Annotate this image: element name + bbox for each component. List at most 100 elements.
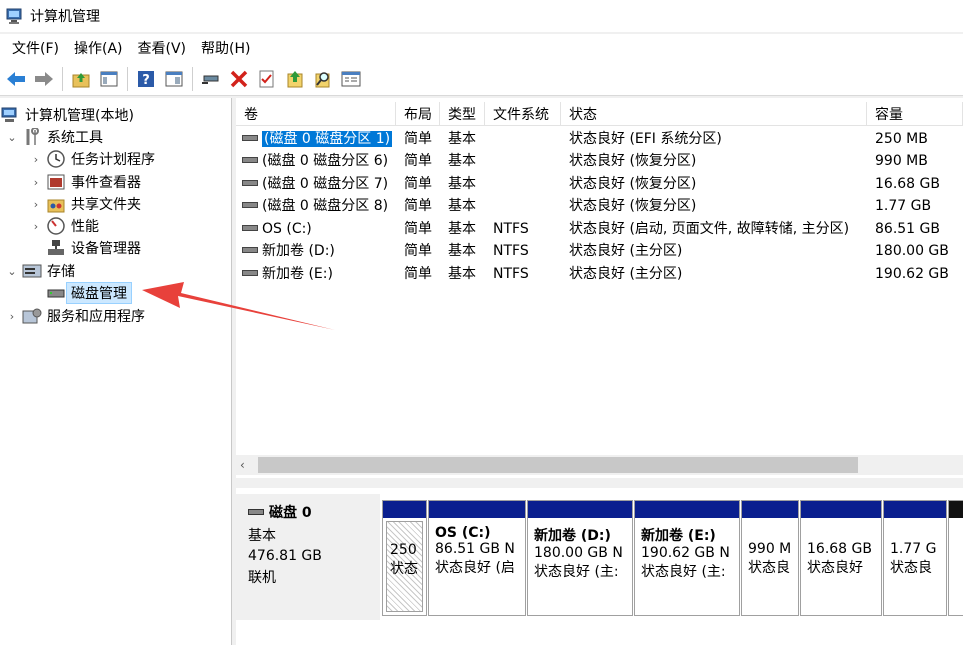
upload-icon[interactable] <box>284 68 306 90</box>
svg-text:?: ? <box>142 73 150 88</box>
table-row[interactable]: 新加卷 (D:) 简单 基本 NTFS 状态良好 (主分区) 180.00 GB <box>236 240 963 262</box>
tree-item-label: 磁盘管理 <box>66 282 132 304</box>
disk-drive-icon <box>46 284 66 302</box>
partition-size: 86.51 GB N <box>435 541 515 557</box>
back-icon[interactable] <box>5 68 27 90</box>
chevron-right-icon[interactable]: › <box>30 153 42 166</box>
partition-recovery-6[interactable]: 990 M 状态良 <box>741 500 799 616</box>
partition-efi[interactable]: 250 状态 <box>382 500 427 616</box>
tree-item-root[interactable]: 计算机管理(本地) <box>0 104 134 126</box>
menu-help[interactable]: 帮助(H) <box>195 36 256 60</box>
menu-action[interactable]: 操作(A) <box>68 36 129 60</box>
partition-e[interactable]: 新加卷 (E:) 190.62 GB N 状态良好 (主: <box>634 500 740 616</box>
tree-item-task-scheduler[interactable]: › 任务计划程序 <box>30 148 155 170</box>
tree-item-label: 共享文件夹 <box>71 197 141 213</box>
partition-name: OS (C:) <box>435 525 491 541</box>
partition-body: 250 状态 <box>386 521 423 612</box>
chevron-right-icon[interactable]: › <box>30 198 42 211</box>
partition-body: 16.68 GB 状态良好 <box>804 521 878 612</box>
partition-size: 16.68 GB <box>807 541 872 557</box>
scroll-left-icon[interactable]: ‹ <box>240 455 256 475</box>
partition-unlabeled[interactable] <box>948 500 963 616</box>
forward-icon[interactable] <box>33 68 55 90</box>
partition-status: 状态良好 <box>807 560 863 576</box>
tree-item-shared-folders[interactable]: › 共享文件夹 <box>30 193 141 215</box>
table-row[interactable]: (磁盘 0 磁盘分区 7) 简单 基本 状态良好 (恢复分区) 16.68 GB <box>236 173 963 195</box>
drive-icon <box>242 225 258 231</box>
check-icon[interactable] <box>256 68 278 90</box>
search-icon[interactable] <box>312 68 334 90</box>
column-header-layout[interactable]: 布局 <box>396 102 440 126</box>
partition-c[interactable]: OS (C:) 86.51 GB N 状态良好 (启 <box>428 500 526 616</box>
table-row[interactable]: OS (C:) 简单 基本 NTFS 状态良好 (启动, 页面文件, 故障转储,… <box>236 218 963 240</box>
toolbar-separator <box>62 66 63 91</box>
tree-item-label: 性能 <box>71 219 99 235</box>
tree-item-disk-management[interactable]: 磁盘管理 <box>46 282 132 304</box>
partition-status: 状态良好 (主: <box>641 564 726 580</box>
status-cell: 状态良好 (主分区) <box>569 243 683 259</box>
column-header-status[interactable]: 状态 <box>561 102 867 126</box>
volume-cell: (磁盘 0 磁盘分区 1) <box>242 128 393 150</box>
chevron-down-icon[interactable]: ⌄ <box>6 131 18 144</box>
tree-item-system-tools[interactable]: ⌄ 系统工具 <box>6 126 103 148</box>
help-icon[interactable]: ? <box>135 68 157 90</box>
status-cell: 状态良好 (启动, 页面文件, 故障转储, 主分区) <box>569 221 850 237</box>
partition-body: 1.77 G 状态良 <box>887 521 943 612</box>
tree-item-performance[interactable]: › 性能 <box>30 215 99 237</box>
partition-recovery-8[interactable]: 1.77 G 状态良 <box>883 500 947 616</box>
filesystem-cell: NTFS <box>493 221 529 237</box>
filesystem-cell: NTFS <box>493 266 529 282</box>
table-row[interactable]: (磁盘 0 磁盘分区 8) 简单 基本 状态良好 (恢复分区) 1.77 GB <box>236 195 963 217</box>
show-hide-tree-icon[interactable] <box>98 68 120 90</box>
partition-size: 190.62 GB N <box>641 545 730 561</box>
column-header-capacity[interactable]: 容量 <box>867 102 963 126</box>
table-row[interactable]: 新加卷 (E:) 简单 基本 NTFS 状态良好 (主分区) 190.62 GB <box>236 263 963 285</box>
up-folder-icon[interactable] <box>70 68 92 90</box>
delete-icon[interactable] <box>228 68 250 90</box>
disk-info[interactable]: 磁盘 0 基本 476.81 GB 联机 <box>236 494 380 620</box>
type-cell: 基本 <box>448 221 476 237</box>
pane-splitter-horizontal[interactable] <box>236 478 963 486</box>
tree-item-services[interactable]: › 服务和应用程序 <box>6 305 145 327</box>
horizontal-scrollbar[interactable]: ‹ <box>236 455 963 475</box>
computer-management-icon <box>6 7 24 25</box>
chevron-right-icon[interactable]: › <box>6 310 18 323</box>
drive-icon <box>242 270 258 276</box>
show-action-pane-icon[interactable] <box>163 68 185 90</box>
tree-item-device-manager[interactable]: 设备管理器 <box>46 237 141 259</box>
chevron-down-icon[interactable]: ⌄ <box>6 265 18 278</box>
column-header-volume[interactable]: 卷 <box>236 102 396 126</box>
type-cell: 基本 <box>448 176 476 192</box>
partition-size: 250 <box>390 542 417 558</box>
partition-size: 1.77 G <box>890 541 937 557</box>
tree-item-label: 事件查看器 <box>71 175 141 191</box>
partition-recovery-7[interactable]: 16.68 GB 状态良好 <box>800 500 882 616</box>
properties-icon[interactable] <box>340 68 362 90</box>
capacity-cell: 990 MB <box>875 153 928 169</box>
tree-item-storage[interactable]: ⌄ 存储 <box>6 260 75 282</box>
column-header-filesystem[interactable]: 文件系统 <box>485 102 561 126</box>
capacity-cell: 1.77 GB <box>875 198 932 214</box>
tree-item-label: 计算机管理(本地) <box>25 108 134 124</box>
scrollbar-thumb[interactable] <box>258 457 858 473</box>
menu-view[interactable]: 查看(V) <box>132 36 193 60</box>
disk-title: 磁盘 0 <box>248 502 368 522</box>
table-row[interactable]: (磁盘 0 磁盘分区 6) 简单 基本 状态良好 (恢复分区) 990 MB <box>236 150 963 172</box>
computer-management-icon <box>0 106 20 124</box>
layout-cell: 简单 <box>404 221 432 237</box>
tree-item-event-viewer[interactable]: › 事件查看器 <box>30 171 141 193</box>
menu-file[interactable]: 文件(F) <box>6 36 65 60</box>
chevron-right-icon[interactable]: › <box>30 220 42 233</box>
type-cell: 基本 <box>448 266 476 282</box>
partition-bar <box>635 501 739 518</box>
chevron-right-icon[interactable]: › <box>30 176 42 189</box>
column-header-type[interactable]: 类型 <box>440 102 485 126</box>
partition-d[interactable]: 新加卷 (D:) 180.00 GB N 状态良好 (主: <box>527 500 633 616</box>
table-row[interactable]: (磁盘 0 磁盘分区 1) 简单 基本 状态良好 (EFI 系统分区) 250 … <box>236 128 963 150</box>
connect-icon[interactable] <box>200 68 222 90</box>
partition-bar <box>801 501 881 518</box>
volume-name: (磁盘 0 磁盘分区 7) <box>262 176 389 192</box>
status-cell: 状态良好 (恢复分区) <box>569 153 697 169</box>
partition-size: 990 M <box>748 541 792 557</box>
partition-body <box>952 521 960 612</box>
